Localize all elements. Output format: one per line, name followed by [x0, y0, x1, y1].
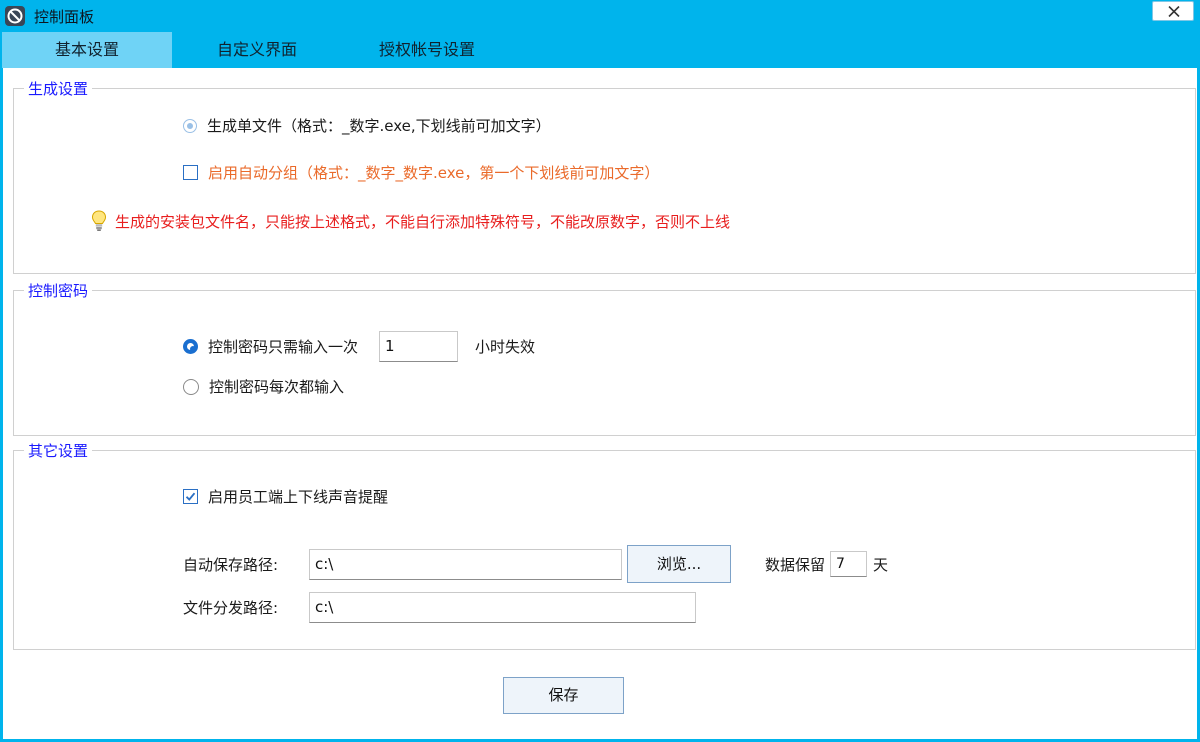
close-icon — [1168, 6, 1180, 17]
auto-save-path-row: 自动保存路径: c:\ 浏览... 数据保留 7 天 — [183, 545, 889, 583]
data-retain-label: 数据保留 — [765, 555, 826, 574]
app-logo-icon — [5, 6, 25, 26]
control-panel-window: 控制面板 基本设置 自定义界面 授权帐号设置 生成设置 生成单文件（格式：_数字… — [0, 0, 1200, 742]
title-bar[interactable]: 控制面板 — [0, 0, 1200, 32]
control-password-group: 控制密码 控制密码只需输入一次 1 小时失效 控制密码每次都输入 — [13, 280, 1196, 436]
password-hours-input[interactable]: 1 — [379, 330, 459, 362]
auto-save-path-input[interactable]: c:\ — [309, 548, 622, 580]
other-settings-legend: 其它设置 — [24, 440, 93, 461]
sound-alert-label: 启用员工端上下线声音提醒 — [208, 488, 389, 506]
window-title: 控制面板 — [34, 8, 95, 26]
auto-save-path-label: 自动保存路径: — [183, 555, 279, 574]
data-retain-days-input[interactable]: 7 — [830, 551, 868, 577]
auto-group-checkbox[interactable] — [183, 165, 198, 180]
browse-button[interactable]: 浏览... — [627, 545, 731, 583]
generate-settings-legend: 生成设置 — [24, 78, 93, 99]
lightbulb-icon — [91, 210, 107, 231]
tab-custom-interface[interactable]: 自定义界面 — [172, 32, 342, 68]
distribute-path-label: 文件分发路径: — [183, 598, 279, 617]
password-once-option[interactable]: 控制密码只需输入一次 1 小时失效 — [183, 330, 536, 362]
sound-alert-option[interactable]: 启用员工端上下线声音提醒 — [183, 486, 388, 507]
distribute-path-input[interactable]: c:\ — [309, 591, 696, 623]
password-every-option[interactable]: 控制密码每次都输入 — [183, 376, 344, 397]
distribute-path-row: 文件分发路径: c:\ — [183, 591, 696, 623]
password-once-radio[interactable] — [183, 338, 198, 354]
password-once-label: 控制密码只需输入一次 — [208, 337, 359, 356]
single-file-radio[interactable] — [183, 118, 197, 133]
checkmark-icon — [185, 492, 196, 501]
control-password-legend: 控制密码 — [24, 280, 93, 301]
generate-settings-group: 生成设置 生成单文件（格式：_数字.exe,下划线前可加文字） 启用自动分组（格… — [13, 78, 1196, 274]
tab-authorization-accounts[interactable]: 授权帐号设置 — [342, 32, 512, 68]
filename-warning-text: 生成的安装包文件名，只能按上述格式，不能自行添加特殊符号，不能改原数字，否则不上… — [115, 212, 731, 231]
save-button[interactable]: 保存 — [503, 677, 624, 714]
password-every-label: 控制密码每次都输入 — [209, 378, 345, 396]
password-every-radio[interactable] — [183, 378, 199, 395]
filename-warning: 生成的安装包文件名，只能按上述格式，不能自行添加特殊符号，不能改原数字，否则不上… — [91, 210, 730, 232]
password-hours-suffix: 小时失效 — [475, 337, 536, 356]
sound-alert-checkbox[interactable] — [183, 489, 198, 504]
auto-group-option[interactable]: 启用自动分组（格式：_数字_数字.exe，第一个下划线前可加文字） — [183, 162, 659, 183]
auto-group-label: 启用自动分组（格式：_数字_数字.exe，第一个下划线前可加文字） — [208, 164, 660, 182]
tab-content-panel: 生成设置 生成单文件（格式：_数字.exe,下划线前可加文字） 启用自动分组（格… — [0, 68, 1200, 742]
other-settings-group: 其它设置 启用员工端上下线声音提醒 自动保存路径: c:\ 浏览... 数据保留… — [13, 440, 1196, 650]
tab-basic-settings[interactable]: 基本设置 — [2, 32, 172, 68]
close-button[interactable] — [1152, 1, 1194, 21]
tab-bar: 基本设置 自定义界面 授权帐号设置 — [0, 32, 1200, 68]
single-file-label: 生成单文件（格式：_数字.exe,下划线前可加文字） — [207, 117, 551, 135]
single-file-option[interactable]: 生成单文件（格式：_数字.exe,下划线前可加文字） — [183, 115, 551, 136]
data-retain-unit: 天 — [873, 555, 889, 574]
